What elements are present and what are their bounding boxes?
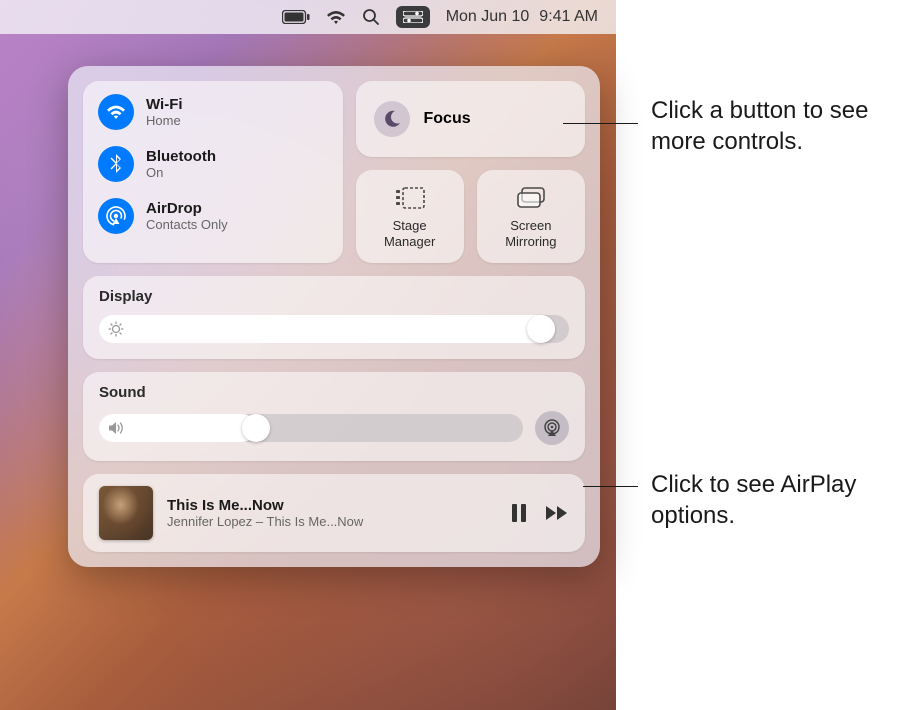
control-center-panel: Wi-Fi Home Bluetooth On: [68, 66, 600, 567]
bluetooth-status: On: [146, 165, 216, 180]
focus-tile[interactable]: Focus: [356, 81, 586, 157]
now-playing-tile[interactable]: This Is Me...Now Jennifer Lopez – This I…: [83, 474, 585, 552]
screen-mirroring-icon: [516, 184, 546, 212]
sound-tile[interactable]: Sound: [83, 372, 585, 461]
wifi-status: Home: [146, 113, 183, 128]
stage-manager-label: Stage Manager: [384, 218, 435, 249]
track-artist: Jennifer Lopez – This Is Me...Now: [167, 514, 497, 529]
menubar-time[interactable]: 9:41 AM: [539, 8, 598, 26]
focus-label: Focus: [424, 110, 471, 128]
callout-focus: Click a button to see more controls.: [651, 95, 911, 157]
menubar-date[interactable]: Mon Jun 10: [446, 8, 530, 26]
airdrop-status: Contacts Only: [146, 217, 228, 232]
album-art: [99, 486, 153, 540]
wifi-icon: [98, 94, 134, 130]
speaker-icon: [108, 421, 126, 435]
callout-line-airplay: [583, 486, 638, 487]
airplay-button[interactable]: [535, 411, 569, 445]
connectivity-tile[interactable]: Wi-Fi Home Bluetooth On: [83, 81, 343, 263]
callout-airplay: Click to see AirPlay options.: [651, 469, 891, 531]
battery-icon[interactable]: [282, 10, 310, 24]
track-title: This Is Me...Now: [167, 497, 497, 514]
moon-icon: [374, 101, 410, 137]
callout-line-focus: [563, 123, 638, 124]
airdrop-item[interactable]: AirDrop Contacts Only: [98, 198, 328, 234]
sound-slider[interactable]: [99, 414, 523, 442]
stage-manager-tile[interactable]: Stage Manager: [356, 170, 464, 263]
next-button[interactable]: [545, 505, 569, 521]
bluetooth-item[interactable]: Bluetooth On: [98, 146, 328, 182]
display-label: Display: [99, 288, 569, 305]
display-tile[interactable]: Display: [83, 276, 585, 359]
sound-label: Sound: [99, 384, 569, 401]
screen-mirroring-tile[interactable]: Screen Mirroring: [477, 170, 585, 263]
airdrop-label: AirDrop: [146, 200, 228, 217]
airdrop-icon: [98, 198, 134, 234]
screen-mirroring-label: Screen Mirroring: [505, 218, 556, 249]
stage-manager-icon: [395, 184, 425, 212]
wifi-label: Wi-Fi: [146, 96, 183, 113]
pause-button[interactable]: [511, 503, 527, 523]
bluetooth-label: Bluetooth: [146, 148, 216, 165]
wifi-item[interactable]: Wi-Fi Home: [98, 94, 328, 130]
display-slider[interactable]: [99, 315, 569, 343]
wifi-menubar-icon[interactable]: [326, 10, 346, 25]
spotlight-icon[interactable]: [362, 8, 380, 26]
airplay-icon: [542, 419, 562, 437]
control-center-menubar-icon[interactable]: [396, 6, 430, 28]
bluetooth-icon: [98, 146, 134, 182]
brightness-icon: [108, 321, 124, 337]
menubar: Mon Jun 10 9:41 AM: [0, 0, 616, 34]
